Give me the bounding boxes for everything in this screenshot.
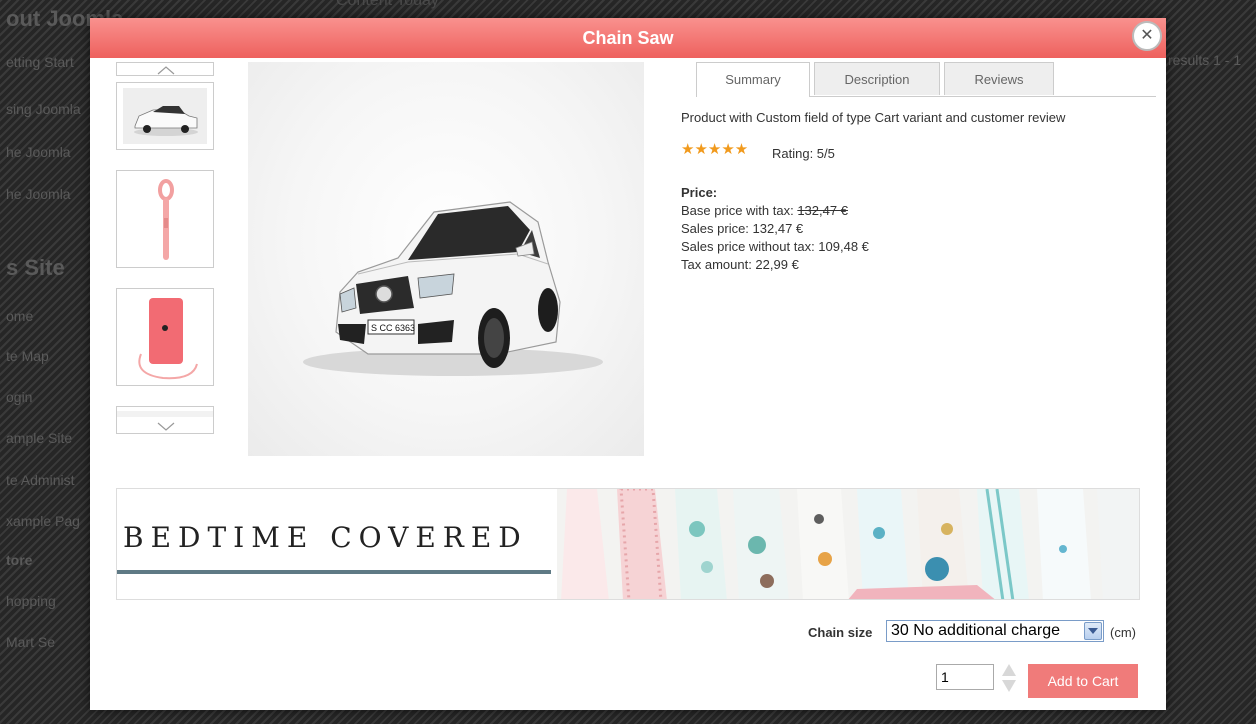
tax-amount: Tax amount: 22,99 € bbox=[681, 257, 799, 272]
tab-summary-label: Summary bbox=[725, 72, 781, 87]
main-product-image[interactable]: S CC 6363 bbox=[248, 62, 644, 456]
background-top-text: Content Today bbox=[336, 0, 439, 9]
quantity-input[interactable] bbox=[936, 664, 994, 690]
car-icon bbox=[134, 106, 198, 136]
background-sidebar-heading: s Site bbox=[6, 255, 65, 280]
star-rating-icon: ★★★★★ bbox=[681, 141, 749, 158]
thumbnail-ipod[interactable] bbox=[116, 288, 214, 386]
modal-header: Chain Saw bbox=[90, 18, 1166, 58]
banner-text: BEDTIME COVERED bbox=[123, 521, 528, 554]
price-block: Price: Base price with tax: 132,47 € Sal… bbox=[681, 184, 1151, 274]
background-sidebar-item: he Joomla bbox=[6, 186, 71, 202]
rating-row: ★★★★★ Rating: 5/5 bbox=[681, 141, 1151, 162]
modal-title: Chain Saw bbox=[582, 28, 674, 48]
rating-text: Rating: 5/5 bbox=[772, 146, 835, 161]
price-label: Price: bbox=[681, 185, 718, 200]
product-tabs: Summary Description Reviews bbox=[696, 62, 1156, 97]
thumbnail-lanyard-image bbox=[123, 176, 207, 262]
background-sidebar-item: ome bbox=[6, 308, 34, 324]
base-price-row: Base price with tax: 132,47 € bbox=[681, 202, 1151, 220]
thumbnail-lanyard[interactable] bbox=[116, 170, 214, 268]
car-image: S CC 6363 bbox=[303, 201, 603, 376]
tab-reviews[interactable]: Reviews bbox=[944, 62, 1054, 95]
thumbnail-partial bbox=[117, 411, 213, 417]
thumbnail-car-image bbox=[123, 88, 207, 144]
chain-size-unit: (cm) bbox=[1110, 625, 1136, 640]
dropdown-arrow-icon[interactable] bbox=[1084, 622, 1102, 640]
banner-divider bbox=[117, 570, 551, 574]
background-sidebar-item: te Map bbox=[6, 348, 49, 364]
thumbnail-scroll-up-button[interactable] bbox=[116, 62, 214, 76]
tab-description-label: Description bbox=[844, 72, 910, 87]
background-sidebar-item: etting Start bbox=[6, 54, 74, 70]
base-price-label: Base price with tax: bbox=[681, 203, 798, 218]
close-icon[interactable]: ✕ bbox=[1132, 21, 1162, 51]
tab-summary[interactable]: Summary bbox=[696, 62, 810, 97]
background-sidebar-item: hopping bbox=[6, 593, 56, 609]
background-sidebar-item: Mart Se bbox=[6, 634, 56, 650]
product-description: Product with Custom field of type Cart v… bbox=[681, 110, 1066, 125]
quantity-down-icon[interactable] bbox=[1002, 680, 1016, 692]
chain-size-select[interactable]: 30 No additional charge bbox=[886, 620, 1104, 642]
thumbnail-scroll-down-button[interactable] bbox=[116, 406, 214, 434]
chevron-up-icon bbox=[157, 66, 175, 75]
license-plate-text: S CC 6363 bbox=[371, 323, 415, 333]
sales-price: Sales price: 132,47 € bbox=[681, 221, 804, 236]
chain-size-label: Chain size bbox=[808, 625, 873, 640]
add-to-cart-button[interactable]: Add to Cart bbox=[1028, 664, 1138, 698]
summary-panel: Product with Custom field of type Cart v… bbox=[681, 110, 1151, 274]
thumbnail-ipod-image bbox=[123, 294, 207, 380]
sales-price-without-tax: Sales price without tax: 109,48 € bbox=[681, 239, 869, 254]
quantity-stepper[interactable] bbox=[1000, 664, 1016, 694]
banner-fabrics-image bbox=[557, 489, 1139, 599]
background-sidebar-item: ogin bbox=[6, 389, 33, 405]
tab-description[interactable]: Description bbox=[814, 62, 940, 95]
ipod-icon bbox=[138, 298, 198, 380]
background-sidebar-item: xample Pag bbox=[6, 513, 80, 529]
banner-ad[interactable]: BEDTIME COVERED bbox=[116, 488, 1140, 600]
background-sidebar-heading: tore bbox=[6, 552, 33, 568]
base-price-value: 132,47 € bbox=[797, 203, 848, 218]
product-modal: Chain Saw ✕ S CC 6363 Summary Descriptio… bbox=[90, 18, 1166, 710]
lanyard-icon bbox=[158, 179, 174, 260]
background-sidebar-item: ample Site bbox=[6, 430, 73, 446]
chain-size-selected-value: 30 No additional charge bbox=[891, 622, 1061, 639]
quantity-up-icon[interactable] bbox=[1002, 664, 1016, 676]
background-sidebar-item: te Administ bbox=[6, 472, 75, 488]
tab-reviews-label: Reviews bbox=[974, 72, 1024, 87]
background-sidebar-item: sing Joomla bbox=[6, 101, 81, 117]
thumbnail-car[interactable] bbox=[116, 82, 214, 150]
background-sidebar-item: he Joomla bbox=[6, 144, 71, 160]
chevron-down-icon bbox=[157, 422, 175, 431]
background-results-text: results 1 - 1 bbox=[1168, 52, 1242, 68]
